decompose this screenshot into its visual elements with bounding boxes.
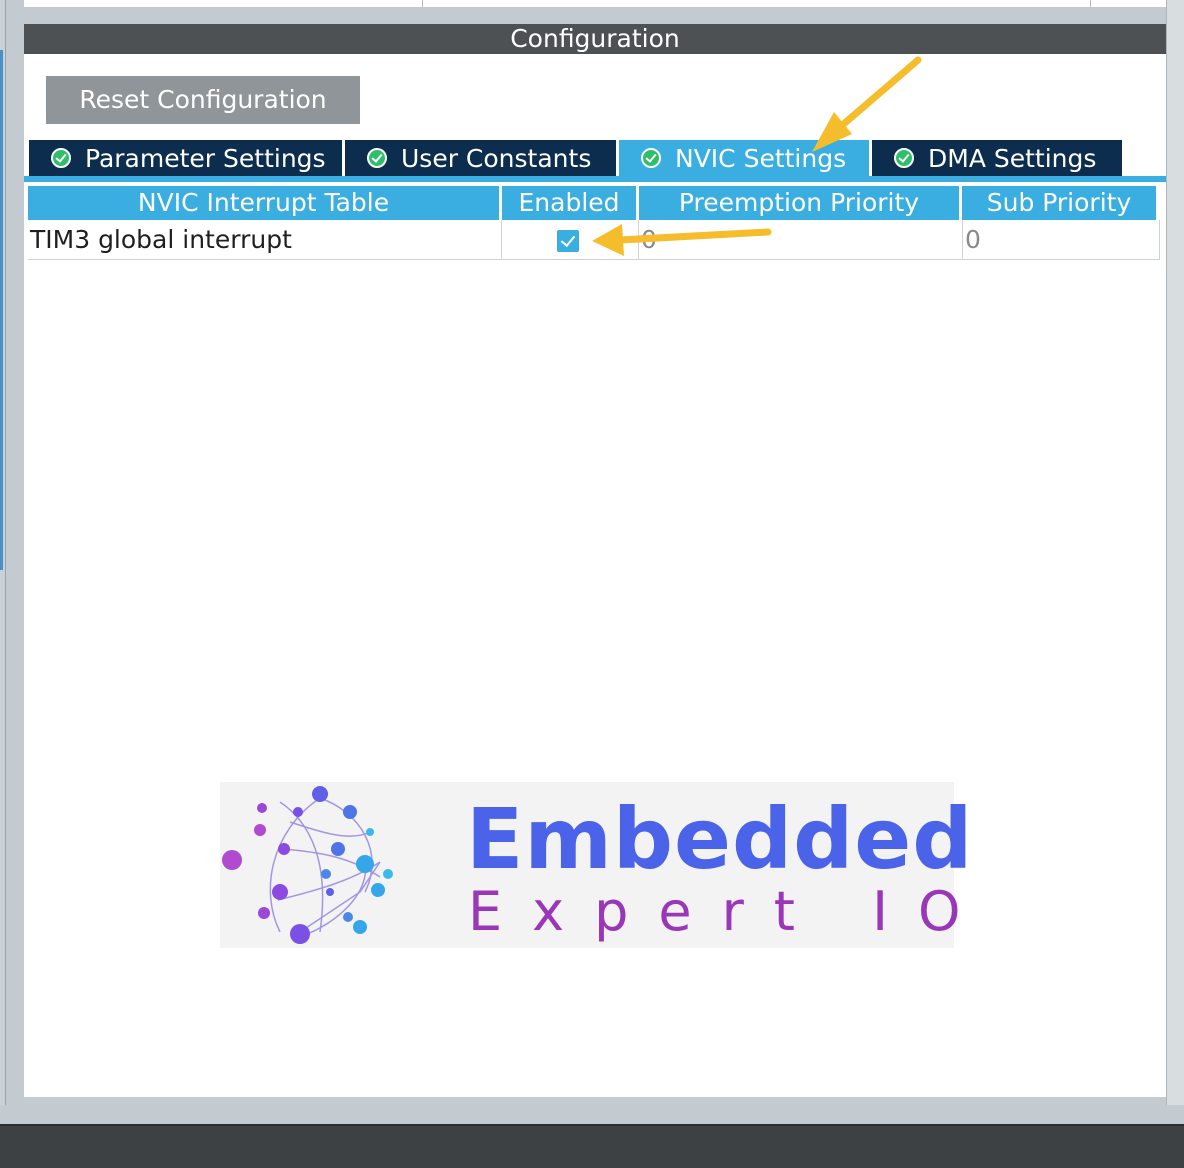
table-header: NVIC Interrupt Table Enabled Preemption …: [28, 186, 1160, 220]
enabled-cell: [502, 220, 639, 259]
right-scrollbar[interactable]: [1166, 0, 1184, 1105]
tab-parameter-settings[interactable]: Parameter Settings: [29, 140, 342, 176]
bottom-status-bar: [0, 1124, 1184, 1168]
check-circle-icon: [641, 148, 661, 168]
reset-configuration-button[interactable]: Reset Configuration: [46, 76, 360, 124]
tab-label: DMA Settings: [928, 143, 1097, 173]
tab-label: Parameter Settings: [85, 143, 326, 173]
left-scroll-accent: [0, 50, 3, 570]
column-separator: [1090, 0, 1091, 8]
logo-subtitle: Expert IO: [468, 880, 991, 943]
interrupt-name-cell: TIM3 global interrupt: [28, 220, 502, 259]
table-row[interactable]: TIM3 global interrupt 0 0: [28, 220, 1160, 260]
sub-priority-cell[interactable]: 0: [963, 220, 1160, 259]
configuration-panel: Configuration Reset Configuration Parame…: [24, 24, 1166, 1097]
preemption-priority-cell[interactable]: 0: [639, 220, 963, 259]
column-separator: [422, 0, 423, 8]
embedded-expert-io-logo: Embedded Expert IO: [220, 782, 972, 948]
check-circle-icon: [51, 148, 71, 168]
column-header-sub-priority[interactable]: Sub Priority: [962, 186, 1156, 220]
tab-nvic-settings[interactable]: NVIC Settings: [619, 140, 869, 176]
nvic-interrupt-table: NVIC Interrupt Table Enabled Preemption …: [28, 186, 1160, 260]
check-circle-icon: [894, 148, 914, 168]
network-globe-icon: [222, 786, 393, 944]
config-tabs: Parameter Settings User Constants NVIC S…: [29, 140, 1125, 176]
previous-table-row-remnant: [24, 0, 1166, 8]
check-circle-icon: [367, 148, 387, 168]
column-header-nvic-interrupt-table[interactable]: NVIC Interrupt Table: [28, 186, 499, 220]
configuration-header: Configuration: [24, 24, 1166, 54]
tab-dma-settings[interactable]: DMA Settings: [872, 140, 1122, 176]
tab-label: NVIC Settings: [675, 143, 847, 173]
tab-user-constants[interactable]: User Constants: [345, 140, 616, 176]
tab-label: User Constants: [401, 143, 592, 173]
logo-title: Embedded: [466, 790, 974, 888]
enabled-checkbox[interactable]: [557, 230, 579, 252]
column-header-enabled[interactable]: Enabled: [502, 186, 636, 220]
tab-underline: [24, 176, 1166, 182]
column-header-preemption-priority[interactable]: Preemption Priority: [639, 186, 959, 220]
